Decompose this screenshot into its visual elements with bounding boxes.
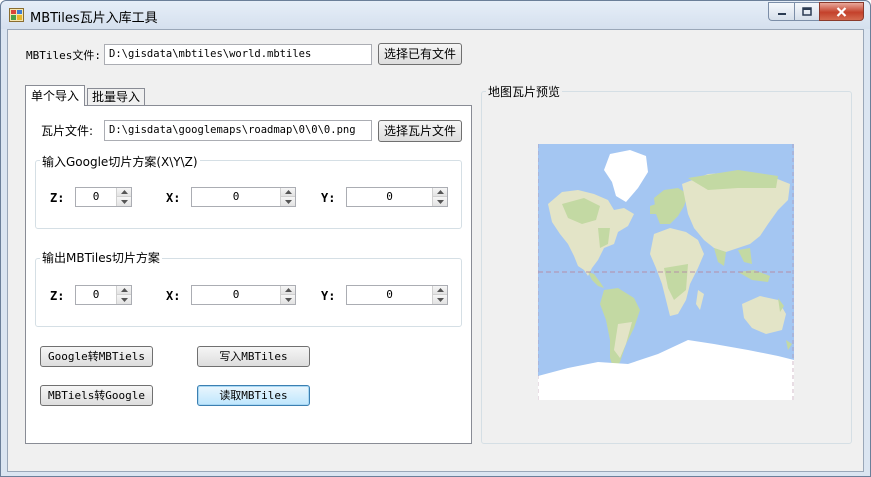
close-button[interactable] — [819, 2, 864, 21]
mbtiles-z-spinner[interactable]: 0 — [75, 285, 132, 305]
map-preview-title: 地图瓦片预览 — [486, 83, 563, 100]
tab-batch-import[interactable]: 批量导入 — [87, 88, 145, 105]
google-to-mbtiles-button[interactable]: Google转MBTiels — [40, 346, 153, 367]
spin-up-icon[interactable] — [117, 188, 131, 197]
spin-down-icon[interactable] — [433, 197, 447, 206]
tile-file-input[interactable]: D:\gisdata\googlemaps\roadmap\0\0\0.png — [104, 120, 372, 141]
title-bar[interactable]: MBTiles瓦片入库工具 — [1, 1, 870, 29]
google-z-spinner[interactable]: 0 — [75, 187, 132, 207]
mbtiles-file-input[interactable]: D:\gisdata\mbtiles\world.mbtiles — [104, 44, 372, 65]
google-x-label: X: — [166, 191, 181, 205]
spin-down-icon[interactable] — [117, 197, 131, 206]
world-map-tile — [538, 144, 794, 400]
choose-tile-file-button[interactable]: 选择瓦片文件 — [378, 120, 462, 142]
maximize-icon — [802, 7, 812, 16]
google-x-value: 0 — [232, 190, 240, 203]
spin-up-icon[interactable] — [281, 286, 295, 295]
google-y-value: 0 — [386, 190, 393, 203]
google-z-value: 0 — [92, 190, 100, 203]
tile-file-label: 瓦片文件: — [41, 124, 94, 138]
mbtiles-group-title: 输出MBTiles切片方案 — [40, 249, 162, 266]
minimize-icon — [777, 12, 786, 15]
mbtiles-y-value: 0 — [386, 288, 393, 301]
mbtiles-file-label: MBTiles文件: — [26, 49, 101, 62]
mbtiles-x-value: 0 — [232, 288, 240, 301]
choose-existing-file-button[interactable]: 选择已有文件 — [378, 43, 462, 65]
spin-up-icon[interactable] — [433, 188, 447, 197]
spin-down-icon[interactable] — [281, 295, 295, 304]
close-icon — [836, 6, 847, 17]
spin-up-icon[interactable] — [281, 188, 295, 197]
mbtiles-x-label: X: — [166, 289, 181, 303]
maximize-button[interactable] — [794, 2, 819, 21]
app-icon — [9, 8, 24, 22]
mbtiles-z-value: 0 — [92, 288, 100, 301]
write-mbtiles-button[interactable]: 写入MBTiles — [197, 346, 310, 367]
mbtiles-z-label: Z: — [50, 289, 65, 303]
tab-single-import[interactable]: 单个导入 — [25, 85, 85, 106]
google-group-title: 输入Google切片方案(X\Y\Z) — [40, 153, 200, 170]
mbtiles-to-google-button[interactable]: MBTiels转Google — [40, 385, 153, 406]
spin-up-icon[interactable] — [433, 286, 447, 295]
google-y-spinner[interactable]: 0 — [346, 187, 448, 207]
mbtiles-x-spinner[interactable]: 0 — [191, 285, 296, 305]
spin-down-icon[interactable] — [281, 197, 295, 206]
google-z-label: Z: — [50, 191, 65, 205]
minimize-button[interactable] — [768, 2, 794, 21]
app-window: MBTiles瓦片入库工具 MBTiles文件: D:\gisdata\mbti… — [0, 0, 871, 477]
google-x-spinner[interactable]: 0 — [191, 187, 296, 207]
read-mbtiles-button[interactable]: 读取MBTiles — [197, 385, 310, 406]
spin-up-icon[interactable] — [117, 286, 131, 295]
spin-down-icon[interactable] — [117, 295, 131, 304]
window-title: MBTiles瓦片入库工具 — [30, 11, 158, 26]
spin-down-icon[interactable] — [433, 295, 447, 304]
google-y-label: Y: — [321, 191, 336, 205]
mbtiles-y-spinner[interactable]: 0 — [346, 285, 448, 305]
mbtiles-y-label: Y: — [321, 289, 336, 303]
